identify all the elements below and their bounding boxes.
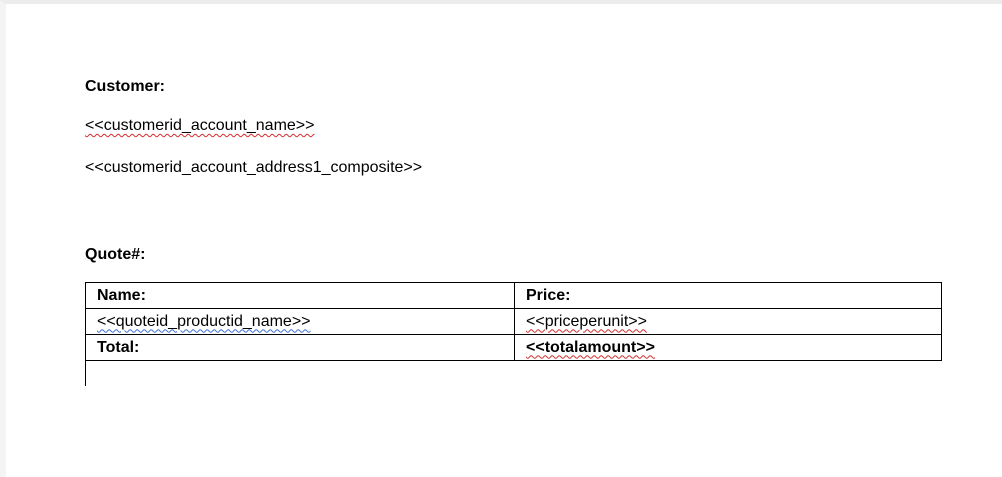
- customer-heading: Customer:: [85, 78, 166, 95]
- product-name-merge-field: <<quoteid_productid_name>>: [97, 312, 311, 330]
- table-row: <<quoteid_productid_name>> <<priceperuni…: [85, 308, 942, 335]
- table-header-row: Name: Price:: [85, 282, 942, 309]
- table-cell-product-name: <<quoteid_productid_name>>: [85, 308, 515, 335]
- customer-name-merge-field: <<customerid_account_name>>: [85, 117, 315, 134]
- total-label: Total:: [85, 334, 515, 361]
- total-value-cell: <<totalamount>>: [514, 334, 942, 361]
- table-cell-price: <<priceperunit>>: [514, 308, 942, 335]
- customer-address-field: <<customerid_account_address1_composite>…: [85, 159, 423, 176]
- document-page[interactable]: Customer: <<customerid_account_name>> <<…: [0, 0, 1002, 477]
- price-merge-field: <<priceperunit>>: [526, 312, 647, 330]
- total-amount-merge-field: <<totalamount>>: [526, 338, 655, 356]
- table-header-name: Name:: [85, 282, 515, 309]
- text-cursor: [85, 361, 86, 386]
- quote-heading: Quote#:: [85, 246, 146, 263]
- customer-name-field: <<customerid_account_name>>: [85, 116, 314, 136]
- table-total-row: Total: <<totalamount>>: [85, 334, 942, 361]
- table-header-price: Price:: [514, 282, 942, 309]
- quote-table: Name: Price: <<quoteid_productid_name>> …: [85, 282, 942, 361]
